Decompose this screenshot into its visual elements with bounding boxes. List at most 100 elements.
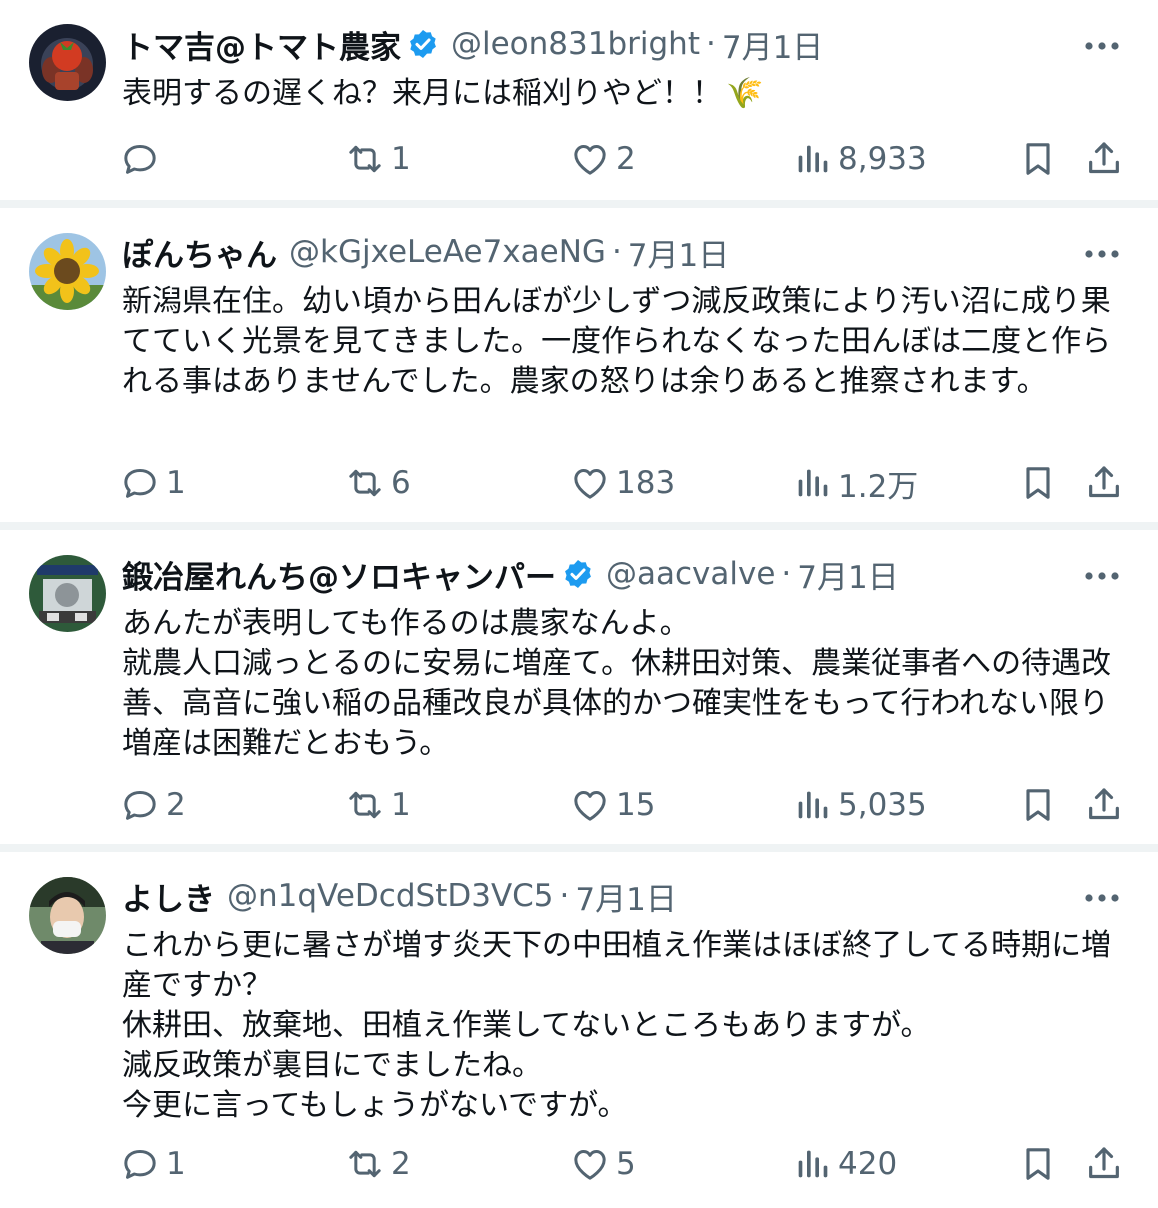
reply-button[interactable]: 1 — [120, 1139, 186, 1189]
more-options-button[interactable] — [1078, 556, 1126, 596]
view-count: 1.2万 — [838, 468, 919, 505]
avatar[interactable] — [29, 555, 106, 632]
share-icon — [1089, 142, 1119, 174]
user-handle[interactable]: @aacvalve — [606, 556, 775, 592]
reply-count: 1 — [166, 1146, 186, 1182]
bookmark-button[interactable] — [1018, 785, 1058, 825]
views-icon — [798, 1150, 828, 1178]
retweet-button[interactable]: 2 — [345, 1139, 411, 1189]
more-icon — [1085, 250, 1119, 258]
views-button[interactable]: 8,933 — [792, 134, 927, 184]
views-button[interactable]: 420 — [792, 1139, 897, 1189]
retweet-icon — [349, 1150, 381, 1178]
reply-count: 1 — [166, 465, 186, 501]
bookmark-icon — [1026, 789, 1050, 821]
views-icon — [798, 469, 828, 497]
like-button[interactable]: 2 — [570, 134, 636, 184]
retweet-button[interactable]: 1 — [345, 134, 411, 184]
bookmark-button[interactable] — [1018, 139, 1058, 179]
tweet-text: 表明するの遅くね？来月には稲刈りやど！！ 🌾 — [122, 74, 1132, 114]
masked-person-avatar-icon — [29, 877, 106, 954]
retweet-count: 1 — [391, 787, 411, 823]
reply-button[interactable]: 1 — [120, 458, 186, 508]
reply-button[interactable] — [120, 134, 166, 184]
reply-icon — [124, 791, 156, 820]
share-icon — [1089, 788, 1119, 820]
tweet-text-content: 表明するの遅くね？来月には稲刈りやど！！ — [122, 76, 722, 111]
reply-tweet[interactable]: よしき @n1qVeDcdStD3VC5 · 7月1日 これから更に暑さが増す炎… — [0, 852, 1158, 1208]
avatar[interactable] — [29, 24, 106, 101]
display-name[interactable]: ぽんちゃん — [122, 230, 277, 274]
like-button[interactable]: 15 — [570, 780, 655, 830]
like-count: 2 — [616, 141, 636, 177]
retweet-count: 6 — [391, 465, 411, 501]
like-button[interactable]: 183 — [570, 458, 675, 508]
view-count: 8,933 — [838, 141, 927, 177]
bookmark-button[interactable] — [1018, 1144, 1058, 1184]
display-name[interactable]: よしき — [122, 874, 215, 918]
separator-dot: · — [781, 556, 792, 592]
view-count: 5,035 — [838, 787, 927, 823]
more-icon — [1085, 572, 1119, 580]
share-button[interactable] — [1084, 463, 1124, 503]
reply-tweet[interactable]: ぽんちゃん @kGjxeLeAe7xaeNG · 7月1日 新潟県在住。幼い頃か… — [0, 208, 1158, 522]
tomato-muscle-avatar-icon — [29, 24, 106, 101]
divider — [0, 200, 1158, 208]
post-date[interactable]: 7月1日 — [722, 22, 823, 66]
reply-button[interactable]: 2 — [120, 780, 186, 830]
tweet-text: 新潟県在住。幼い頃から田んぼが少しずつ減反政策により汚い沼に成り果てていく光景を… — [122, 284, 1112, 399]
like-icon — [574, 145, 606, 175]
display-name[interactable]: 鍛冶屋れんち@ソロキャンパー — [122, 552, 556, 596]
sunflower-avatar-icon — [29, 233, 106, 310]
retweet-count: 1 — [391, 141, 411, 177]
user-handle[interactable]: @leon831bright — [451, 26, 700, 62]
verified-badge-icon — [562, 558, 594, 590]
more-icon — [1085, 894, 1119, 902]
share-button[interactable] — [1084, 139, 1124, 179]
retweet-button[interactable]: 1 — [345, 780, 411, 830]
like-count: 183 — [616, 465, 676, 501]
like-icon — [574, 469, 606, 499]
share-icon — [1089, 1147, 1119, 1179]
more-options-button[interactable] — [1078, 234, 1126, 274]
post-date[interactable]: 7月1日 — [797, 552, 898, 596]
more-options-button[interactable] — [1078, 878, 1126, 918]
share-button[interactable] — [1084, 785, 1124, 825]
user-handle[interactable]: @n1qVeDcdStD3VC5 — [227, 878, 554, 914]
like-count: 15 — [616, 787, 656, 823]
retweet-count: 2 — [391, 1146, 411, 1182]
like-button[interactable]: 5 — [570, 1139, 636, 1189]
divider — [0, 522, 1158, 530]
bookmark-icon — [1026, 467, 1050, 499]
reply-tweet[interactable]: 鍛冶屋れんち@ソロキャンパー @aacvalve · 7月1日 あんたが表明して… — [0, 530, 1158, 844]
tweet-text: これから更に暑さが増す炎天下の中田植え作業はほぼ終了してる時期に増産ですか？ 休… — [122, 928, 1112, 1123]
post-date[interactable]: 7月1日 — [628, 230, 729, 274]
views-icon — [798, 145, 828, 173]
tweet-text: あんたが表明しても作るのは農家なんよ。 就農人口減っとるのに安易に増産て。休耕田… — [122, 606, 1112, 761]
reply-icon — [124, 469, 156, 498]
more-options-button[interactable] — [1078, 26, 1126, 66]
like-icon — [574, 1150, 606, 1180]
bookmark-button[interactable] — [1018, 463, 1058, 503]
separator-dot: · — [705, 26, 716, 62]
avatar[interactable] — [29, 877, 106, 954]
reply-tweet[interactable]: トマ吉@トマト農家 @leon831bright · 7月1日 表明するの遅くね… — [0, 0, 1158, 200]
retweet-button[interactable]: 6 — [345, 458, 411, 508]
views-button[interactable]: 1.2万 — [792, 458, 918, 508]
display-name[interactable]: トマ吉@トマト農家 — [122, 22, 401, 66]
user-handle[interactable]: @kGjxeLeAe7xaeNG — [289, 234, 606, 270]
reply-count: 2 — [166, 787, 186, 823]
more-icon — [1085, 42, 1119, 50]
views-button[interactable]: 5,035 — [792, 780, 927, 830]
share-icon — [1089, 466, 1119, 498]
camp-badge-avatar-icon — [29, 555, 106, 632]
like-icon — [574, 791, 606, 821]
separator-dot: · — [611, 234, 622, 270]
retweet-icon — [349, 469, 381, 497]
avatar[interactable] — [29, 233, 106, 310]
like-count: 5 — [616, 1146, 636, 1182]
divider — [0, 844, 1158, 852]
share-button[interactable] — [1084, 1144, 1124, 1184]
bookmark-icon — [1026, 143, 1050, 175]
post-date[interactable]: 7月1日 — [575, 874, 676, 918]
